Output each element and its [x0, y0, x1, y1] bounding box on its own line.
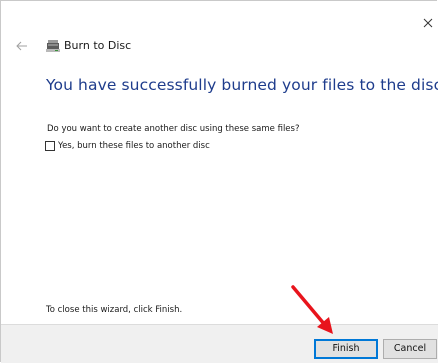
red-arrow-annotation-icon	[291, 285, 333, 334]
close-wizard-hint: To close this wizard, click Finish.	[46, 305, 183, 315]
burn-another-disc-label[interactable]: Yes, burn these files to another disc	[58, 141, 210, 151]
disc-burner-icon	[46, 38, 61, 52]
success-heading: You have successfully burned your files …	[46, 76, 438, 94]
close-button[interactable]	[421, 15, 435, 29]
back-button[interactable]	[15, 38, 29, 52]
wizard-title: Burn to Disc	[64, 39, 132, 52]
burn-to-disc-wizard-window: Burn to Disc You have successfully burne…	[0, 0, 438, 363]
finish-button[interactable]: Finish	[314, 339, 378, 359]
cancel-button[interactable]: Cancel	[383, 339, 437, 359]
back-arrow-icon	[16, 41, 27, 51]
burn-another-disc-option[interactable]: Yes, burn these files to another disc	[45, 139, 210, 153]
another-disc-question: Do you want to create another disc using…	[47, 124, 300, 134]
burn-another-disc-checkbox[interactable]	[45, 141, 55, 151]
wizard-footer: Finish Cancel	[1, 324, 438, 363]
close-icon	[423, 18, 433, 28]
